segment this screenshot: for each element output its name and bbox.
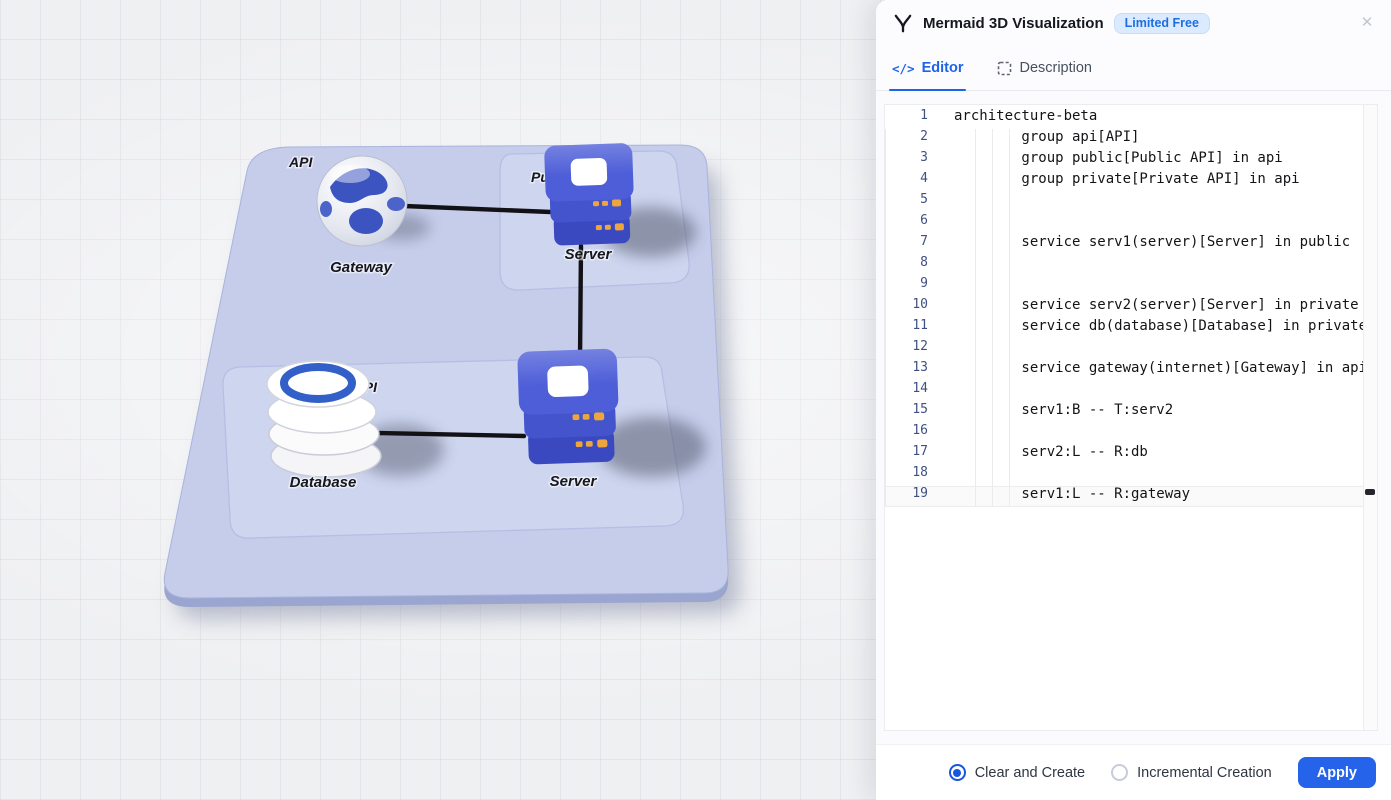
code-line[interactable]: 10 service serv2(server)[Server] in priv…	[885, 297, 1364, 318]
code-text	[937, 213, 954, 234]
radio-incremental-label: Incremental Creation	[1137, 765, 1272, 781]
line-number: 14	[885, 381, 937, 402]
label-gateway: Gateway	[330, 259, 392, 276]
line-number: 13	[885, 360, 937, 381]
line-number: 8	[885, 255, 937, 276]
selection-icon	[997, 61, 1012, 76]
edge-server-server	[580, 246, 581, 360]
node-gateway[interactable]	[317, 156, 407, 246]
tab-description[interactable]: Description	[997, 46, 1092, 90]
line-number: 17	[885, 444, 937, 465]
code-text: architecture-beta	[937, 108, 1097, 129]
mermaid-logo-icon	[892, 12, 914, 34]
code-line[interactable]: 9	[885, 276, 1364, 297]
code-line[interactable]: 16	[885, 423, 1364, 444]
indent-guide	[975, 129, 976, 507]
plan-badge: Limited Free	[1114, 13, 1210, 34]
code-line[interactable]: 7 service serv1(server)[Server] in publi…	[885, 234, 1364, 255]
radio-clear-label: Clear and Create	[975, 765, 1085, 781]
line-number: 12	[885, 339, 937, 360]
radio-dot	[1111, 764, 1128, 781]
code-line[interactable]: 15 serv1:B -- T:serv2	[885, 402, 1364, 423]
side-panel: Mermaid 3D Visualization Limited Free ✕ …	[876, 0, 1391, 800]
line-number: 11	[885, 318, 937, 339]
line-number: 2	[885, 129, 937, 150]
radio-clear-and-create[interactable]: Clear and Create	[949, 764, 1085, 781]
line-number: 6	[885, 213, 937, 234]
line-number: 1	[885, 108, 937, 129]
tab-bar: </> Editor Description	[876, 46, 1391, 91]
radio-dot	[949, 764, 966, 781]
code-line[interactable]: 14	[885, 381, 1364, 402]
tab-editor[interactable]: </> Editor	[892, 46, 963, 90]
tab-description-label: Description	[1019, 60, 1092, 76]
code-line[interactable]: 8	[885, 255, 1364, 276]
line-number: 10	[885, 297, 937, 318]
code-icon: </>	[892, 61, 915, 76]
node-database[interactable]	[267, 361, 381, 477]
code-text	[937, 255, 954, 276]
scroll-marker	[1365, 489, 1375, 495]
code-text: service serv2(server)[Server] in private	[937, 297, 1359, 318]
label-database: Database	[290, 474, 357, 491]
node-server-public[interactable]	[544, 143, 635, 246]
code-line[interactable]: 18	[885, 465, 1364, 486]
label-server-bottom: Server	[550, 473, 598, 490]
indent-guide	[885, 129, 886, 507]
code-line[interactable]: 12	[885, 339, 1364, 360]
code-line[interactable]: 17 serv2:L -- R:db	[885, 444, 1364, 465]
code-line[interactable]: 1architecture-beta	[885, 108, 1364, 129]
close-button[interactable]: ✕	[1354, 10, 1380, 36]
radio-incremental-creation[interactable]: Incremental Creation	[1111, 764, 1272, 781]
line-number: 15	[885, 402, 937, 423]
code-text	[937, 276, 954, 297]
label-server-top: Server	[565, 246, 613, 263]
indent-guide	[992, 129, 993, 507]
tab-editor-label: Editor	[922, 60, 964, 76]
code-editor[interactable]: 1architecture-beta2 group api[API]3 grou…	[884, 104, 1378, 731]
code-line[interactable]: 4 group private[Private API] in api	[885, 171, 1364, 192]
line-number: 16	[885, 423, 937, 444]
code-line[interactable]: 2 group api[API]	[885, 129, 1364, 150]
code-line[interactable]: 3 group public[Public API] in api	[885, 150, 1364, 171]
code-line[interactable]: 19 serv1:L -- R:gateway	[885, 486, 1364, 507]
app: API Public API Private API	[0, 0, 1391, 800]
code-line[interactable]: 5	[885, 192, 1364, 213]
code-line[interactable]: 13 service gateway(internet)[Gateway] in…	[885, 360, 1364, 381]
line-number: 18	[885, 465, 937, 486]
line-number: 5	[885, 192, 937, 213]
code-text	[937, 192, 954, 213]
scrollbar[interactable]	[1363, 105, 1377, 730]
architecture-scene: API Public API Private API	[0, 0, 876, 800]
code-text: service gateway(internet)[Gateway] in ap…	[937, 360, 1364, 381]
line-number: 3	[885, 150, 937, 171]
line-number: 19	[885, 486, 937, 507]
node-server-private[interactable]	[517, 348, 620, 464]
footer-bar: Clear and Create Incremental Creation Ap…	[876, 744, 1391, 800]
code-text: service serv1(server)[Server] in public	[937, 234, 1350, 255]
panel-title: Mermaid 3D Visualization	[923, 15, 1104, 32]
edge-database-server	[376, 433, 524, 436]
code-text: serv2:L -- R:db	[937, 444, 1148, 465]
code-lines[interactable]: 1architecture-beta2 group api[API]3 grou…	[885, 105, 1364, 730]
code-line[interactable]: 11 service db(database)[Database] in pri…	[885, 318, 1364, 339]
code-line[interactable]: 6	[885, 213, 1364, 234]
apply-button[interactable]: Apply	[1298, 757, 1376, 788]
line-number: 7	[885, 234, 937, 255]
code-text	[937, 381, 954, 402]
code-text: serv1:B -- T:serv2	[937, 402, 1173, 423]
line-number: 4	[885, 171, 937, 192]
code-text: group api[API]	[937, 129, 1139, 150]
code-text: group public[Public API] in api	[937, 150, 1283, 171]
indent-guide	[1009, 129, 1010, 507]
code-text	[937, 339, 954, 360]
group-label-api: API	[288, 154, 313, 170]
code-text	[937, 423, 954, 444]
panel-header: Mermaid 3D Visualization Limited Free ✕	[876, 0, 1391, 46]
code-text	[937, 465, 954, 486]
line-number: 9	[885, 276, 937, 297]
code-text: service db(database)[Database] in privat…	[937, 318, 1364, 339]
